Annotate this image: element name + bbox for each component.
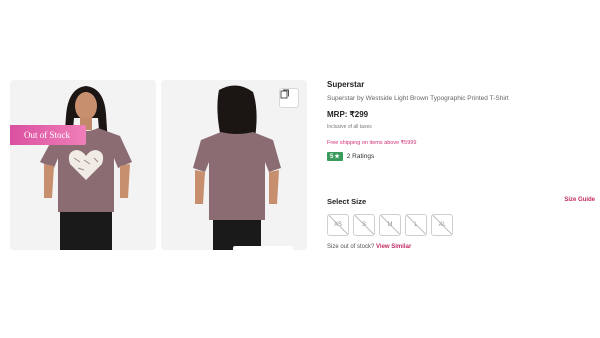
rating-badge: 5 ★ (327, 152, 343, 161)
product-brand[interactable]: Superstar (327, 80, 595, 89)
wishlist-button[interactable] (279, 88, 299, 108)
size-option-xs[interactable]: XS (327, 214, 349, 236)
product-title: Superstar by Westside Light Brown Typogr… (327, 95, 509, 102)
size-option-s[interactable]: S (353, 214, 375, 236)
size-out-of-stock-notice: Size out of stock? View Similar (327, 244, 411, 250)
product-price: MRP: ₹299 (327, 110, 369, 119)
rating-value: 5 (330, 153, 334, 160)
product-image-front[interactable]: Out of Stock (10, 80, 156, 250)
size-header: Select Size Size Guide (327, 197, 595, 206)
ratings-count: 2 Ratings (346, 153, 375, 160)
model-front-illustration (10, 80, 156, 250)
size-option-xl[interactable]: XL (431, 214, 453, 236)
shipping-note: Free shipping on items above ₹5999 (327, 140, 417, 146)
product-info: Superstar Superstar by Westside Light Br… (327, 80, 595, 161)
image-indicator (233, 246, 293, 250)
size-option-l[interactable]: L (405, 214, 427, 236)
size-guide-link[interactable]: Size Guide (564, 197, 595, 206)
view-similar-link[interactable]: View Similar (376, 244, 411, 250)
size-option-m[interactable]: M (379, 214, 401, 236)
notice-text: Size out of stock? (327, 244, 375, 250)
rating-row[interactable]: 5 ★ 2 Ratings (327, 152, 595, 161)
out-of-stock-badge: Out of Stock (10, 125, 86, 145)
copy-icon (280, 89, 289, 99)
product-gallery: Out of Stock (10, 80, 308, 250)
select-size-label: Select Size (327, 197, 367, 206)
size-options: XS S M L XL (327, 214, 453, 236)
tax-note: Inclusive of all taxes (327, 124, 372, 130)
star-icon: ★ (334, 154, 340, 160)
product-image-back[interactable] (161, 80, 307, 250)
